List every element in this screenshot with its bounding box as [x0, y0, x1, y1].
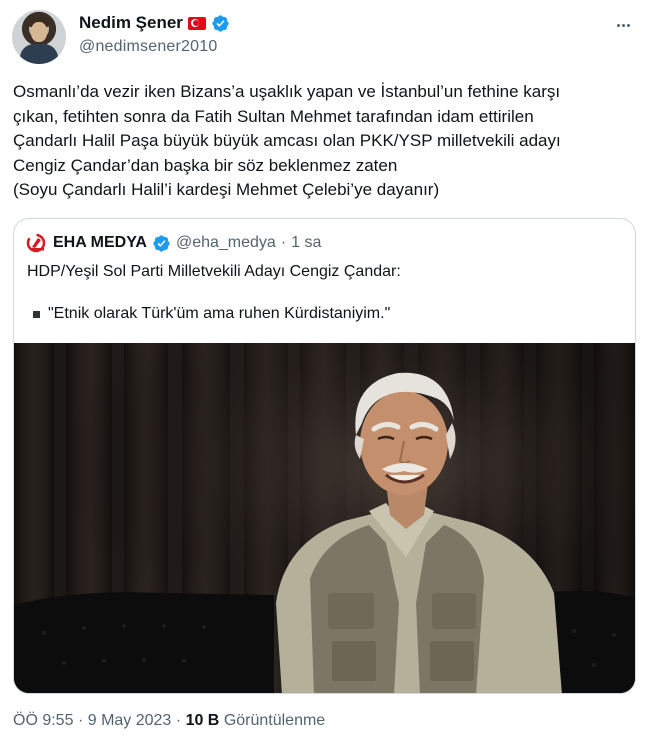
meta-separator: ·	[77, 712, 84, 729]
verified-badge-icon	[153, 234, 170, 252]
eha-medya-logo-icon	[26, 233, 46, 253]
views-label: Görüntülenme	[223, 712, 326, 729]
tweet-meta: ÖÖ 9:55 · 9 May 2023 · 10 B Görüntülenme	[13, 712, 325, 730]
author-avatar[interactable]	[12, 10, 66, 64]
quoted-text-line: HDP/Yeşil Sol Parti Milletvekili Adayı C…	[27, 263, 401, 280]
views-count: 10 B	[185, 712, 220, 729]
more-options-icon[interactable]	[612, 14, 634, 36]
author-name-row: Nedim Şener	[79, 13, 230, 33]
tweet-text-line: (Soyu Çandarlı Halil’i kardeşi Mehmet Çe…	[13, 180, 440, 199]
tweet-text-line: Çandarlı Halil Paşa büyük büyük amcası o…	[13, 131, 561, 150]
tweet-time[interactable]: ÖÖ 9:55	[13, 712, 73, 729]
tweet-date[interactable]: 9 May 2023	[88, 712, 172, 729]
tweet-text: Osmanlı’da vezir iken Bizans’a uşaklık y…	[13, 80, 638, 203]
turkey-flag-icon	[187, 16, 206, 30]
quoted-author-name: EHA MEDYA	[53, 234, 147, 251]
quoted-separator: ·	[280, 234, 287, 251]
tweet: Nedim Şener @nedimsener2010 Osmanlı’da v…	[0, 0, 650, 748]
quoted-tweet-photo[interactable]	[14, 343, 635, 693]
author-handle[interactable]: @nedimsener2010	[79, 38, 217, 56]
author-display-name[interactable]: Nedim Şener	[79, 13, 183, 33]
tweet-text-line: Cengiz Çandar’dan başka bir söz beklenme…	[13, 155, 398, 175]
quoted-tweet-card[interactable]: EHA MEDYA @eha_medya · 1 sa HDP/Yeşil So…	[13, 218, 636, 694]
verified-badge-icon	[212, 14, 229, 32]
quoted-author-handle: @eha_medya	[175, 234, 276, 251]
tweet-text-line: çıkan, fetihten sonra da Fatih Sultan Me…	[13, 106, 534, 126]
quoted-time: 1 sa	[291, 234, 322, 251]
quoted-bullet-row: "Etnik olarak Türk'üm ama ruhen Kürdista…	[33, 305, 390, 323]
quoted-tweet-header: EHA MEDYA @eha_medya · 1 sa	[26, 233, 321, 253]
photo-image	[14, 343, 635, 693]
quoted-quote-text: "Etnik olarak Türk'üm ama ruhen Kürdista…	[48, 305, 391, 322]
meta-separator: ·	[175, 712, 182, 729]
tweet-text-line: Osmanlı’da vezir iken Bizans’a uşaklık y…	[13, 82, 561, 101]
bullet-icon	[33, 310, 40, 318]
